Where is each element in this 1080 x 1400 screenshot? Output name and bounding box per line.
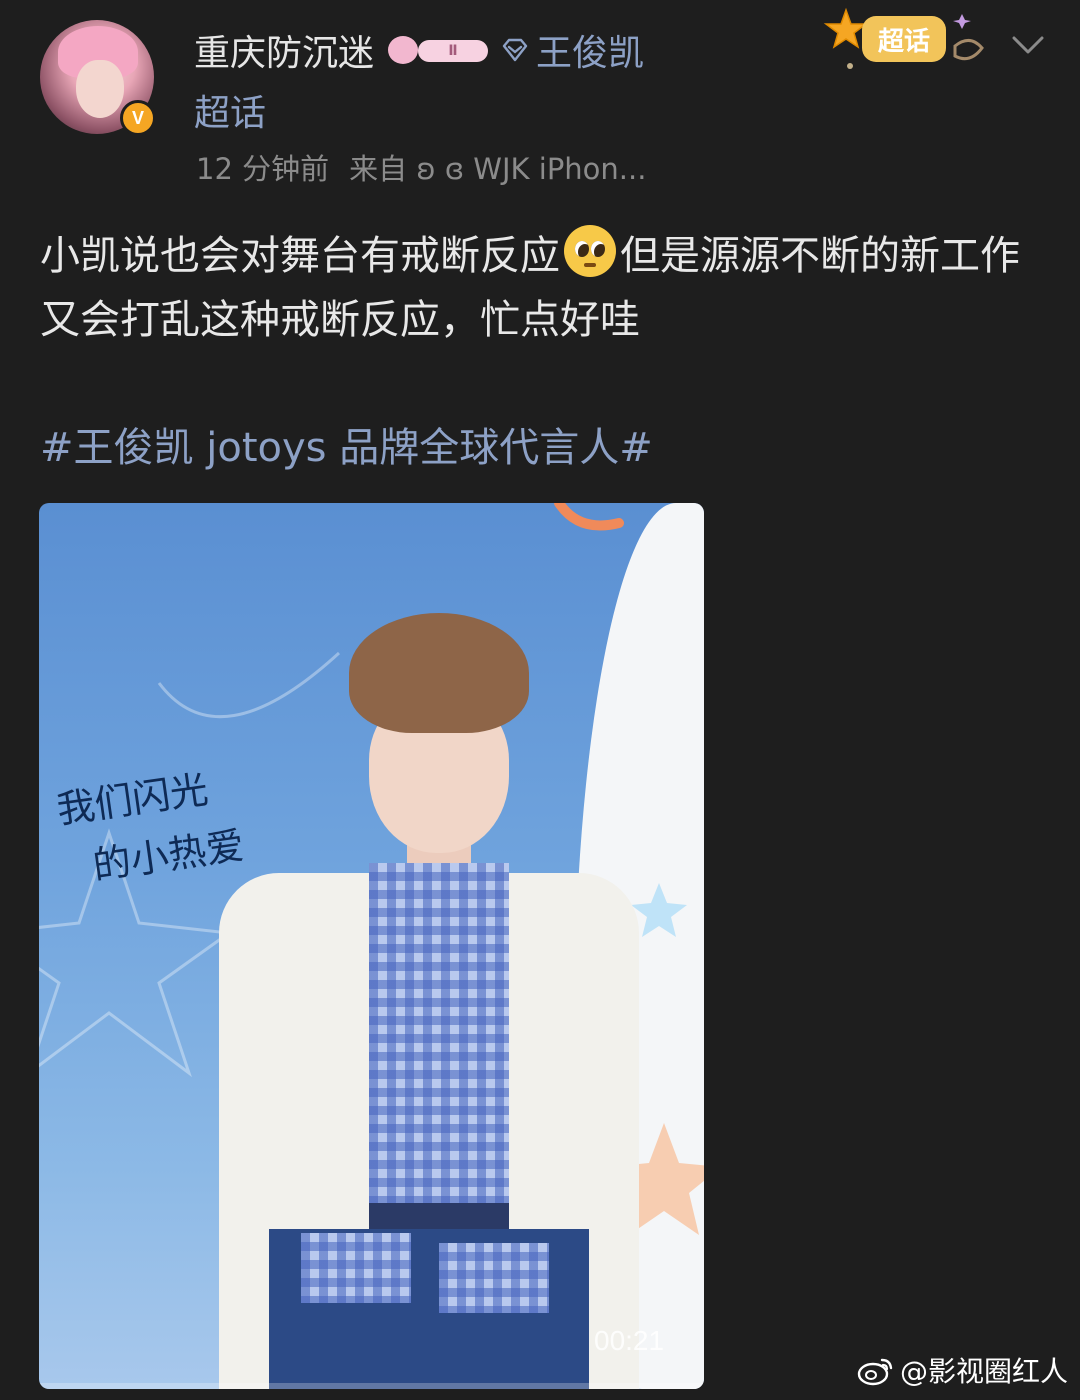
avatar-face	[76, 60, 124, 118]
level-badge: Ⅱ	[388, 32, 490, 68]
supertopic-link-continued[interactable]: 超话	[194, 84, 266, 136]
supertopic-link[interactable]: 王俊凯	[500, 24, 644, 76]
post-text-part1: 小凯说也会对舞台有戒断反应	[40, 233, 560, 279]
video-player[interactable]: 我们闪光 的小热爱 00:21	[39, 503, 704, 1389]
subject-belt	[369, 1203, 509, 1229]
bear-icon	[388, 36, 419, 64]
weibo-logo-icon	[857, 1358, 893, 1386]
sticker-label: 超话	[878, 27, 930, 57]
chevron-down-icon[interactable]	[1008, 30, 1048, 60]
post-time: 12 分钟前	[196, 152, 330, 186]
video-progress-bar[interactable]	[39, 1383, 704, 1389]
post-meta: 12 分钟前 来自 ʚ ɞ WJK iPhon...	[196, 146, 646, 188]
supertopic-sticker[interactable]: 超话	[820, 6, 1000, 76]
supertopic-link-label: 王俊凯	[536, 33, 645, 74]
username-row: 重庆防沉迷 Ⅱ 王俊凯	[194, 22, 644, 78]
subject-cuff-left	[301, 1233, 411, 1303]
post-header: V 重庆防沉迷 Ⅱ 王俊凯 超话 12 分钟前 来自 ʚ ɞ WJK iPhon.…	[0, 0, 1080, 200]
verified-badge-icon: V	[120, 100, 156, 136]
post-text: 小凯说也会对舞台有戒断反应 但是源源不断的新工作又会打乱这种戒断反应，忙点好哇	[40, 224, 1040, 352]
level-badge-label: Ⅱ	[418, 40, 489, 62]
watermark-text: @影视圈红人	[900, 1355, 1069, 1388]
video-duration: 00:21	[594, 1325, 665, 1356]
video-subject	[39, 503, 704, 1389]
post-source: 来自 ʚ ɞ WJK iPhon...	[349, 152, 647, 186]
watermark: @影视圈红人	[856, 1350, 1068, 1390]
subject-hair	[349, 613, 529, 733]
subject-cuff-right	[439, 1243, 549, 1313]
username[interactable]: 重庆防沉迷	[194, 24, 374, 76]
hashtag-link[interactable]: #王俊凯 jotoys 品牌全球代言人#	[40, 420, 653, 476]
star-icon	[823, 7, 869, 49]
pleading-face-emoji	[564, 225, 616, 277]
diamond-icon	[502, 38, 528, 62]
